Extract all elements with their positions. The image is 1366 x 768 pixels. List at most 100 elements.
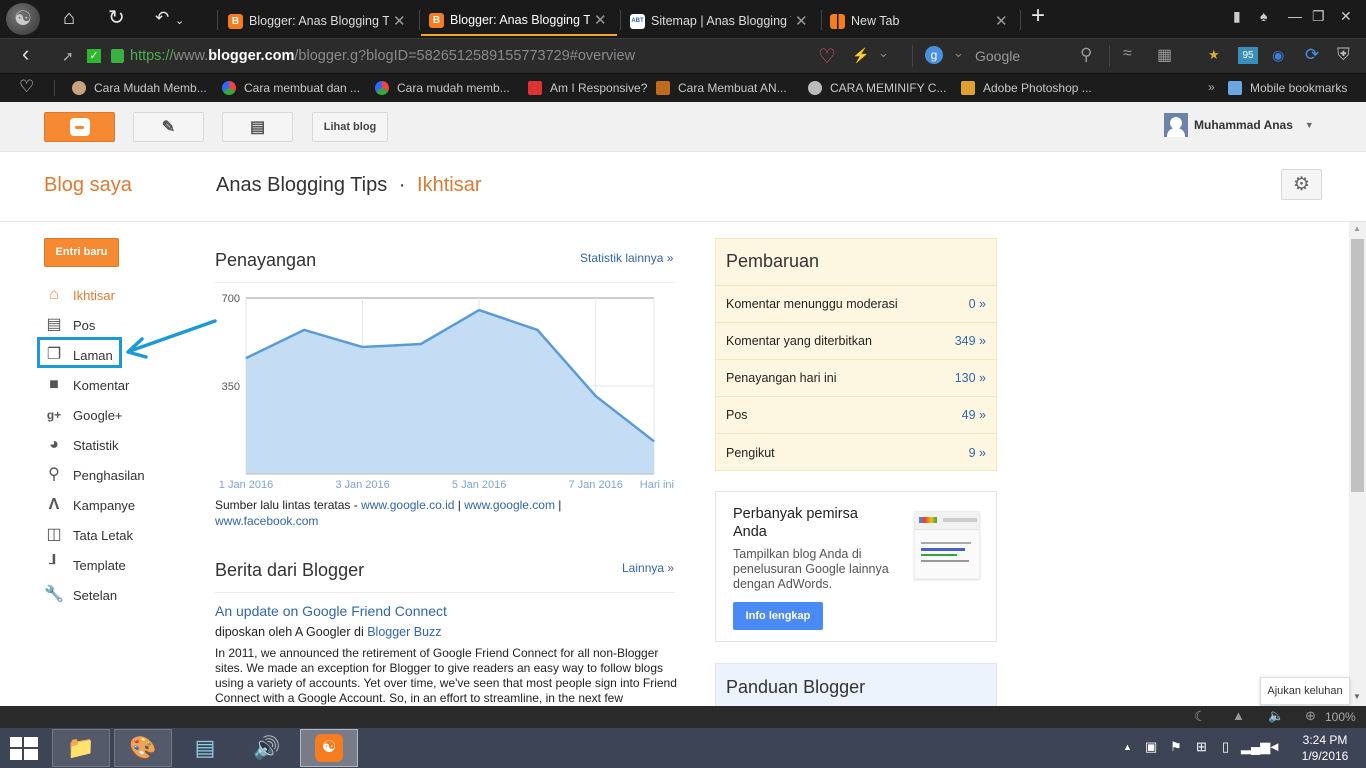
uc-browser-logo-icon[interactable]: ☯: [6, 3, 40, 35]
google-search-engine-icon[interactable]: g: [925, 46, 943, 64]
blog-name[interactable]: Anas Blogging Tips: [216, 174, 387, 196]
send-feedback-button[interactable]: Ajukan keluhan: [1260, 677, 1350, 705]
sidebar-item-stats[interactable]: ◕ Statistik: [44, 430, 145, 460]
more-bookmarks-icon[interactable]: »: [1208, 80, 1215, 94]
tab-blogger-1[interactable]: B Blogger: Anas Blogging Tips ✕: [220, 6, 415, 36]
minimize-icon[interactable]: —: [1288, 8, 1302, 24]
sidebar-item-template[interactable]: ┚ Template: [44, 550, 145, 580]
sidebar-item-campaigns[interactable]: Λ Kampanye: [44, 490, 145, 520]
news-post-title[interactable]: An update on Google Friend Connect: [215, 603, 447, 619]
bookmark-item[interactable]: Cara membuat dan ...: [222, 81, 360, 95]
tab-sitemap[interactable]: ABT Sitemap | Anas Blogging Tips ✕: [622, 6, 818, 36]
vibrate-icon[interactable]: ▮: [1233, 8, 1241, 25]
addon-icon[interactable]: ★: [1208, 47, 1220, 63]
update-value-link[interactable]: 349 »: [955, 334, 986, 348]
undo-icon[interactable]: ↶: [155, 6, 169, 30]
sidebar-item-layout[interactable]: ◫ Tata Letak: [44, 520, 145, 550]
learn-more-button[interactable]: Info lengkap: [733, 602, 823, 630]
search-input[interactable]: Google: [975, 48, 1020, 64]
back-icon[interactable]: ‹: [22, 42, 29, 66]
traffic-source-link[interactable]: www.google.co.id: [361, 498, 454, 512]
scroll-down-icon[interactable]: ▼: [1353, 692, 1361, 701]
checkbox-icon[interactable]: ✓: [87, 49, 101, 63]
windows-start-icon[interactable]: [10, 737, 38, 760]
acorn-icon[interactable]: ▲: [1232, 708, 1245, 723]
action-center-flag-icon[interactable]: ⚑: [1170, 739, 1182, 755]
update-value-link[interactable]: 130 »: [955, 371, 986, 385]
update-value-link[interactable]: 49 »: [962, 408, 986, 422]
volume-icon[interactable]: ◄: [1268, 739, 1281, 754]
close-tab-icon[interactable]: ✕: [594, 11, 607, 29]
bookmark-item[interactable]: Cara Mudah Memb...: [72, 81, 207, 95]
refresh-addon-icon[interactable]: ⟳: [1305, 45, 1319, 65]
chevron-down-icon[interactable]: ⌄: [878, 45, 889, 61]
close-tab-icon[interactable]: ✕: [393, 12, 406, 30]
close-tab-icon[interactable]: ✕: [795, 12, 808, 30]
scrollbar-thumb[interactable]: [1351, 239, 1364, 492]
addon-badge[interactable]: 95: [1238, 47, 1258, 64]
update-row[interactable]: Komentar menunggu moderasi 0 »: [716, 286, 996, 323]
more-news-link[interactable]: Lainnya »: [622, 561, 674, 575]
scroll-up-icon[interactable]: ▲: [1353, 224, 1361, 233]
heart-icon[interactable]: ♡: [818, 44, 836, 69]
settings-button[interactable]: ⚙: [1281, 169, 1322, 200]
traffic-source-link[interactable]: www.facebook.com: [215, 514, 318, 528]
restore-icon[interactable]: ❐: [1312, 8, 1325, 25]
taskbar-notepad[interactable]: ▤: [176, 729, 234, 767]
reload-icon[interactable]: ↻: [108, 6, 125, 30]
page-scrollbar[interactable]: ▲ ▼: [1349, 222, 1366, 706]
chevron-down-icon[interactable]: ⌄: [953, 45, 964, 61]
new-tab-plus-icon[interactable]: +: [1031, 4, 1045, 28]
sidebar-item-settings[interactable]: 🔧 Setelan: [44, 580, 145, 610]
tray-windows-icon[interactable]: ⊞: [1196, 739, 1207, 755]
zoom-level[interactable]: 100%: [1325, 710, 1356, 724]
wifi-icon[interactable]: ≈: [1123, 45, 1132, 63]
sidebar-item-google-plus[interactable]: g+ Google+: [44, 400, 145, 430]
tab-new-tab[interactable]: New Tab ✕: [822, 6, 1018, 36]
update-row[interactable]: Komentar yang diterbitkan 349 »: [716, 323, 996, 360]
new-post-button[interactable]: ✎: [133, 112, 204, 142]
taskbar-paint[interactable]: 🎨: [114, 729, 172, 767]
update-row[interactable]: Pos 49 »: [716, 397, 996, 434]
sidebar-item-earnings[interactable]: ⚲ Penghasilan: [44, 460, 144, 490]
clock[interactable]: 3:24 PM 1/9/2016: [1290, 732, 1360, 764]
posts-list-button[interactable]: ▤: [222, 112, 293, 142]
sidebar-item-comments[interactable]: ■ Komentar: [44, 370, 145, 400]
mute-icon[interactable]: 🔈: [1268, 708, 1284, 724]
update-row[interactable]: Pengikut 9 »: [716, 434, 996, 471]
new-post-button[interactable]: Entri baru: [44, 238, 119, 267]
battery-icon[interactable]: ▯: [1222, 739, 1229, 755]
bookmark-item[interactable]: Adobe Photoshop ...: [961, 81, 1092, 95]
bookmark-item[interactable]: Cara Membuat AN...: [656, 81, 787, 95]
mobile-bookmarks-folder[interactable]: Mobile bookmarks: [1228, 81, 1347, 95]
alexa-icon[interactable]: ◉: [1272, 47, 1284, 64]
chevron-down-icon[interactable]: ⌄: [175, 9, 184, 33]
close-tab-icon[interactable]: ✕: [995, 12, 1008, 30]
tray-window-icon[interactable]: ▣: [1145, 739, 1157, 755]
taskbar-volume-mixer[interactable]: 🔊: [238, 729, 296, 767]
search-icon[interactable]: ⚲: [1080, 45, 1092, 65]
bookmark-item[interactable]: CARA MEMINIFY C...: [808, 81, 946, 95]
bookmark-item[interactable]: Cara mudah memb...: [375, 81, 510, 95]
favorites-heart-icon[interactable]: ♡: [19, 77, 34, 97]
signal-icon[interactable]: ▂▄▆: [1241, 739, 1270, 755]
home-icon[interactable]: ⌂: [63, 6, 75, 30]
update-value-link[interactable]: 0 »: [969, 297, 986, 311]
shield-icon[interactable]: ⛨: [1337, 45, 1350, 65]
news-source-link[interactable]: Blogger Buzz: [367, 625, 441, 639]
traffic-source-link[interactable]: www.google.com: [464, 498, 555, 512]
my-blogs-link[interactable]: Blog saya: [44, 174, 132, 197]
url-field[interactable]: https://www.blogger.com/blogger.g?blogID…: [130, 48, 635, 64]
show-hidden-icons[interactable]: ▲: [1123, 742, 1132, 752]
taskbar-file-explorer[interactable]: 📁: [52, 729, 110, 767]
zoom-icon[interactable]: ⊕: [1305, 708, 1316, 724]
skin-shirt-icon[interactable]: ♠: [1260, 8, 1267, 24]
sidebar-item-overview[interactable]: ⌂ Ikhtisar: [44, 280, 145, 310]
bookmark-item[interactable]: Am I Responsive?: [528, 81, 647, 95]
update-row[interactable]: Penayangan hari ini 130 »: [716, 360, 996, 397]
night-mode-icon[interactable]: ☾: [1194, 708, 1207, 725]
view-blog-button[interactable]: Lihat blog: [312, 112, 388, 142]
lightning-icon[interactable]: ⚡: [852, 47, 869, 64]
rocket-icon[interactable]: ➚: [62, 48, 74, 65]
tab-blogger-2[interactable]: B Blogger: Anas Blogging Tips ✕: [421, 6, 617, 36]
